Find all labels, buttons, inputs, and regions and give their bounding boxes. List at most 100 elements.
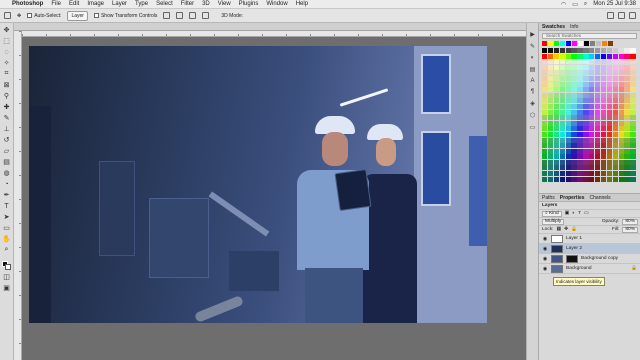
swatch-cell[interactable] (547, 126, 554, 132)
swatch-cell[interactable] (553, 131, 560, 137)
lock-position-icon[interactable]: ✥ (564, 227, 568, 232)
document-tab[interactable] (14, 23, 526, 31)
swatch-cell[interactable] (618, 115, 624, 121)
swatch-cell[interactable] (571, 70, 577, 76)
swatch-cell[interactable] (612, 109, 618, 115)
swatch-cell[interactable] (559, 59, 565, 65)
swatch-cell[interactable] (612, 103, 618, 109)
swatch-cell[interactable] (624, 59, 630, 65)
quick-mask-icon[interactable]: ◫ (3, 273, 11, 281)
swatch-cell[interactable] (624, 53, 630, 59)
frame-tool-icon[interactable]: ⊠ (3, 81, 11, 89)
swatch-cell[interactable] (583, 87, 589, 93)
screen-mode-icon[interactable]: ▣ (3, 284, 11, 292)
swatch-cell[interactable] (577, 154, 583, 160)
swatch-cell[interactable] (542, 159, 548, 165)
swatch-cell[interactable] (589, 176, 595, 182)
swatch-cell[interactable] (624, 131, 630, 137)
swatch-cell[interactable] (571, 115, 577, 121)
swatch-cell[interactable] (595, 109, 601, 115)
menu-plugins[interactable]: Plugins (239, 1, 259, 7)
swatch-cell[interactable] (547, 148, 554, 154)
recent-swatch[interactable] (554, 41, 559, 46)
swatch-cell[interactable] (600, 126, 607, 132)
swatch-cell[interactable] (606, 115, 613, 121)
swatch-cell[interactable] (583, 75, 589, 81)
swatch-cell[interactable] (583, 64, 589, 70)
swatch-cell[interactable] (565, 126, 571, 132)
recent-swatch[interactable] (608, 41, 613, 46)
swatch-cell[interactable] (577, 64, 583, 70)
swatch-cell[interactable] (595, 154, 601, 160)
swatch-cell[interactable] (612, 92, 618, 98)
swatch-cell[interactable] (630, 103, 636, 109)
swatch-cell[interactable] (583, 70, 589, 76)
swatch-cell[interactable] (577, 115, 583, 121)
swatch-cell[interactable] (583, 137, 589, 143)
swatch-cell[interactable] (589, 59, 595, 65)
swatch-cell[interactable] (571, 53, 577, 59)
swatch-cell[interactable] (589, 137, 595, 143)
swatch-cell[interactable] (595, 75, 601, 81)
swatch-cell[interactable] (618, 87, 624, 93)
swatch-cell[interactable] (583, 53, 589, 59)
layers-title[interactable]: Layers (542, 203, 557, 208)
swatch-cell[interactable] (542, 87, 548, 93)
swatch-cell[interactable] (589, 131, 595, 137)
swatch-cell[interactable] (571, 154, 577, 160)
swatch-cell[interactable] (583, 165, 589, 171)
swatch-cell[interactable] (577, 176, 583, 182)
swatch-cell[interactable] (571, 137, 577, 143)
swatch-cell[interactable] (583, 131, 589, 137)
swatch-cell[interactable] (553, 59, 560, 65)
swatch-cell[interactable] (577, 148, 583, 154)
swatch-cell[interactable] (553, 103, 560, 109)
swatch-cell[interactable] (553, 64, 560, 70)
swatch-cell[interactable] (589, 154, 595, 160)
swatch-cell[interactable] (600, 87, 607, 93)
swatch-cell[interactable] (606, 98, 613, 104)
swatch-cell[interactable] (618, 165, 624, 171)
swatch-cell[interactable] (547, 109, 554, 115)
swatch-cell[interactable] (595, 81, 601, 87)
clock[interactable]: Mon 25 Jul 9:38 (593, 1, 636, 7)
hand-tool-icon[interactable]: ✋ (2, 235, 11, 243)
swatch-cell[interactable] (542, 165, 548, 171)
swatch-cell[interactable] (589, 98, 595, 104)
swatch-cell[interactable] (612, 48, 618, 53)
swatch-cell[interactable] (565, 98, 571, 104)
swatch-cell[interactable] (624, 87, 630, 93)
swatch-cell[interactable] (612, 137, 618, 143)
layer-row[interactable]: ◉ Background 🔒 (539, 264, 640, 274)
swatch-cell[interactable] (606, 154, 613, 160)
menu-type[interactable]: Type (135, 1, 148, 7)
glyphs-icon[interactable]: ◈ (530, 100, 535, 107)
swatch-cell[interactable] (624, 70, 630, 76)
transform-controls-checkbox[interactable]: Show Transform Controls (93, 13, 157, 19)
swatch-cell[interactable] (571, 59, 577, 65)
swatch-cell[interactable] (542, 176, 548, 182)
swatch-cell[interactable] (618, 171, 624, 177)
swatch-cell[interactable] (571, 98, 577, 104)
swatch-cell[interactable] (589, 148, 595, 154)
swatch-cell[interactable] (606, 148, 613, 154)
swatch-cell[interactable] (547, 92, 554, 98)
swatch-cell[interactable] (618, 137, 624, 143)
search-icon[interactable] (607, 12, 614, 19)
swatch-cell[interactable] (547, 176, 554, 182)
swatch-cell[interactable] (577, 75, 583, 81)
swatch-cell[interactable] (624, 103, 630, 109)
swatch-cell[interactable] (559, 176, 565, 182)
swatch-cell[interactable] (565, 59, 571, 65)
swatch-cell[interactable] (606, 131, 613, 137)
swatch-cell[interactable] (600, 103, 607, 109)
auto-select-dropdown[interactable]: Layer (67, 10, 88, 21)
swatch-cell[interactable] (618, 120, 624, 126)
swatch-cell[interactable] (624, 137, 630, 143)
swatch-cell[interactable] (624, 92, 630, 98)
swatch-cell[interactable] (553, 176, 560, 182)
swatch-cell[interactable] (577, 98, 583, 104)
swatch-cell[interactable] (624, 64, 630, 70)
swatch-cell[interactable] (600, 64, 607, 70)
swatch-cell[interactable] (612, 154, 618, 160)
